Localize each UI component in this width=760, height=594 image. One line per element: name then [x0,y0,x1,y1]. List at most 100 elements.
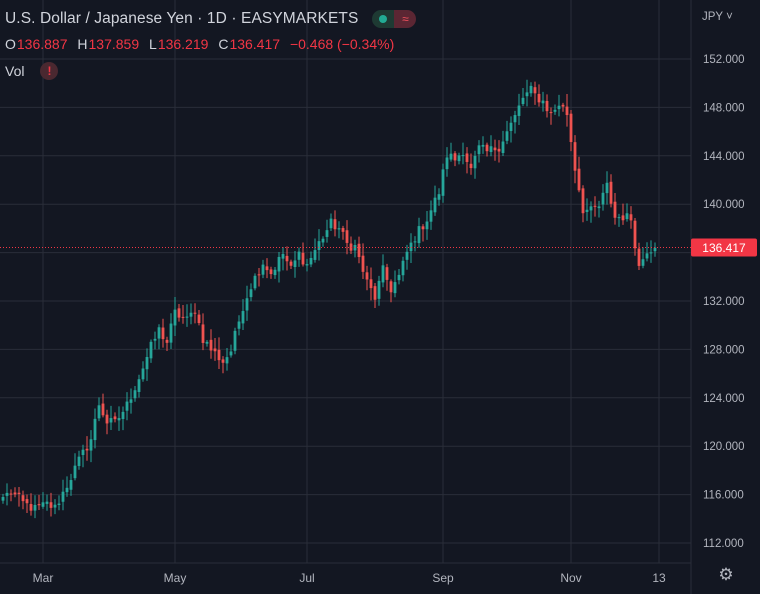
candle-body [569,113,573,143]
candle-body [297,251,301,260]
candle-body [393,282,397,294]
candle-body [253,275,257,289]
candle-body [269,269,273,275]
candle-body [413,241,417,243]
close-value: 136.417 [229,36,281,52]
candle-body [101,403,105,416]
candle-body [601,192,605,205]
candle-body [585,209,589,212]
candle-body [241,311,245,324]
candle-body [385,267,389,280]
candle-body [609,181,613,204]
price-chart[interactable]: 152.000148.000144.000140.000136.000132.0… [0,0,760,594]
y-tick-label: 132.000 [703,296,745,308]
candle-body [57,503,61,505]
candle-body [121,411,125,420]
candle-body [81,449,85,455]
candle-body [613,201,617,218]
candle-body [329,218,333,229]
y-tick-label: 140.000 [703,199,745,211]
candle-body [41,502,45,507]
x-tick-label: May [164,571,187,585]
candle-body [137,379,141,392]
volume-legend: Vol ! [5,62,59,80]
candle-body [177,308,181,318]
candle-body [317,241,321,250]
candle-body [65,487,69,493]
candle-body [161,327,165,340]
candle-body [249,289,253,298]
candle-body [485,144,489,152]
candle-body [85,448,89,451]
candle-body [281,254,285,259]
candle-body [21,495,25,502]
time-axis[interactable]: Mar May Jul Sep Nov 13 [33,571,666,585]
candle-body [629,214,633,221]
candle-body [109,418,113,423]
candle-body [285,255,289,262]
chart-legend: U.S. Dollar / Japanese Yen · 1D · EASYMA… [5,10,417,28]
candle-body [593,205,597,207]
candle-body [273,269,277,276]
candle-body [397,274,401,281]
candle-body [417,226,421,244]
volume-label[interactable]: Vol [5,63,24,79]
symbol-title[interactable]: U.S. Dollar / Japanese Yen · 1D · EASYMA… [5,10,358,28]
candle-body [521,97,525,105]
candle-body [73,465,77,479]
candle-body [265,266,269,271]
market-status[interactable]: ≈ [372,10,417,28]
candle-body [217,349,221,361]
warning-icon[interactable]: ! [40,62,59,80]
candle-body [181,316,185,318]
currency-selector[interactable]: JPY ˅ [702,11,733,23]
price-axis[interactable]: 152.000148.000144.000140.000136.000132.0… [703,54,745,550]
candle-body [305,264,309,266]
candle-body [605,182,609,194]
grid-lines [0,0,691,563]
candle-body [313,250,317,260]
candle-body [437,194,441,200]
candle-body [37,504,41,506]
candle-body [365,272,369,280]
candle-body [117,418,121,421]
candle-body [153,338,157,341]
candle-body [293,260,297,268]
ohlc-values: O136.887 H137.859 L136.219 C136.417 −0.4… [5,36,394,52]
candle-body [377,280,381,299]
candle-body [129,399,133,403]
candle-body [481,144,485,147]
candle-body [625,213,629,220]
y-tick-label: 124.000 [703,393,745,405]
candle-body [189,312,193,317]
candle-body [453,153,457,161]
candle-body [33,504,37,511]
x-tick-label: Sep [432,571,454,585]
candle-body [221,359,225,363]
low-label: L [149,36,157,52]
settings-gear-icon[interactable]: ⚙ [717,566,735,584]
candle-body [345,230,349,243]
candle-body [525,92,529,97]
candle-body [533,87,537,94]
candle-body [469,163,473,169]
candle-body [5,492,9,496]
candle-body [93,418,97,441]
candle-body [541,100,545,104]
candle-body [205,341,209,344]
candle-body [489,146,493,152]
y-tick-label: 128.000 [703,344,745,356]
candle-body [401,260,405,276]
candle-body [133,390,137,399]
candle-body [197,314,201,324]
candle-body [29,504,33,511]
candle-body [409,242,413,252]
candle-body [277,256,281,272]
candle-body [261,264,265,275]
candle-body [633,220,637,249]
candle-body [445,157,449,170]
candle-body [573,142,577,171]
candle-body [325,230,329,237]
candle-body [173,309,177,326]
candle-body [49,502,53,508]
